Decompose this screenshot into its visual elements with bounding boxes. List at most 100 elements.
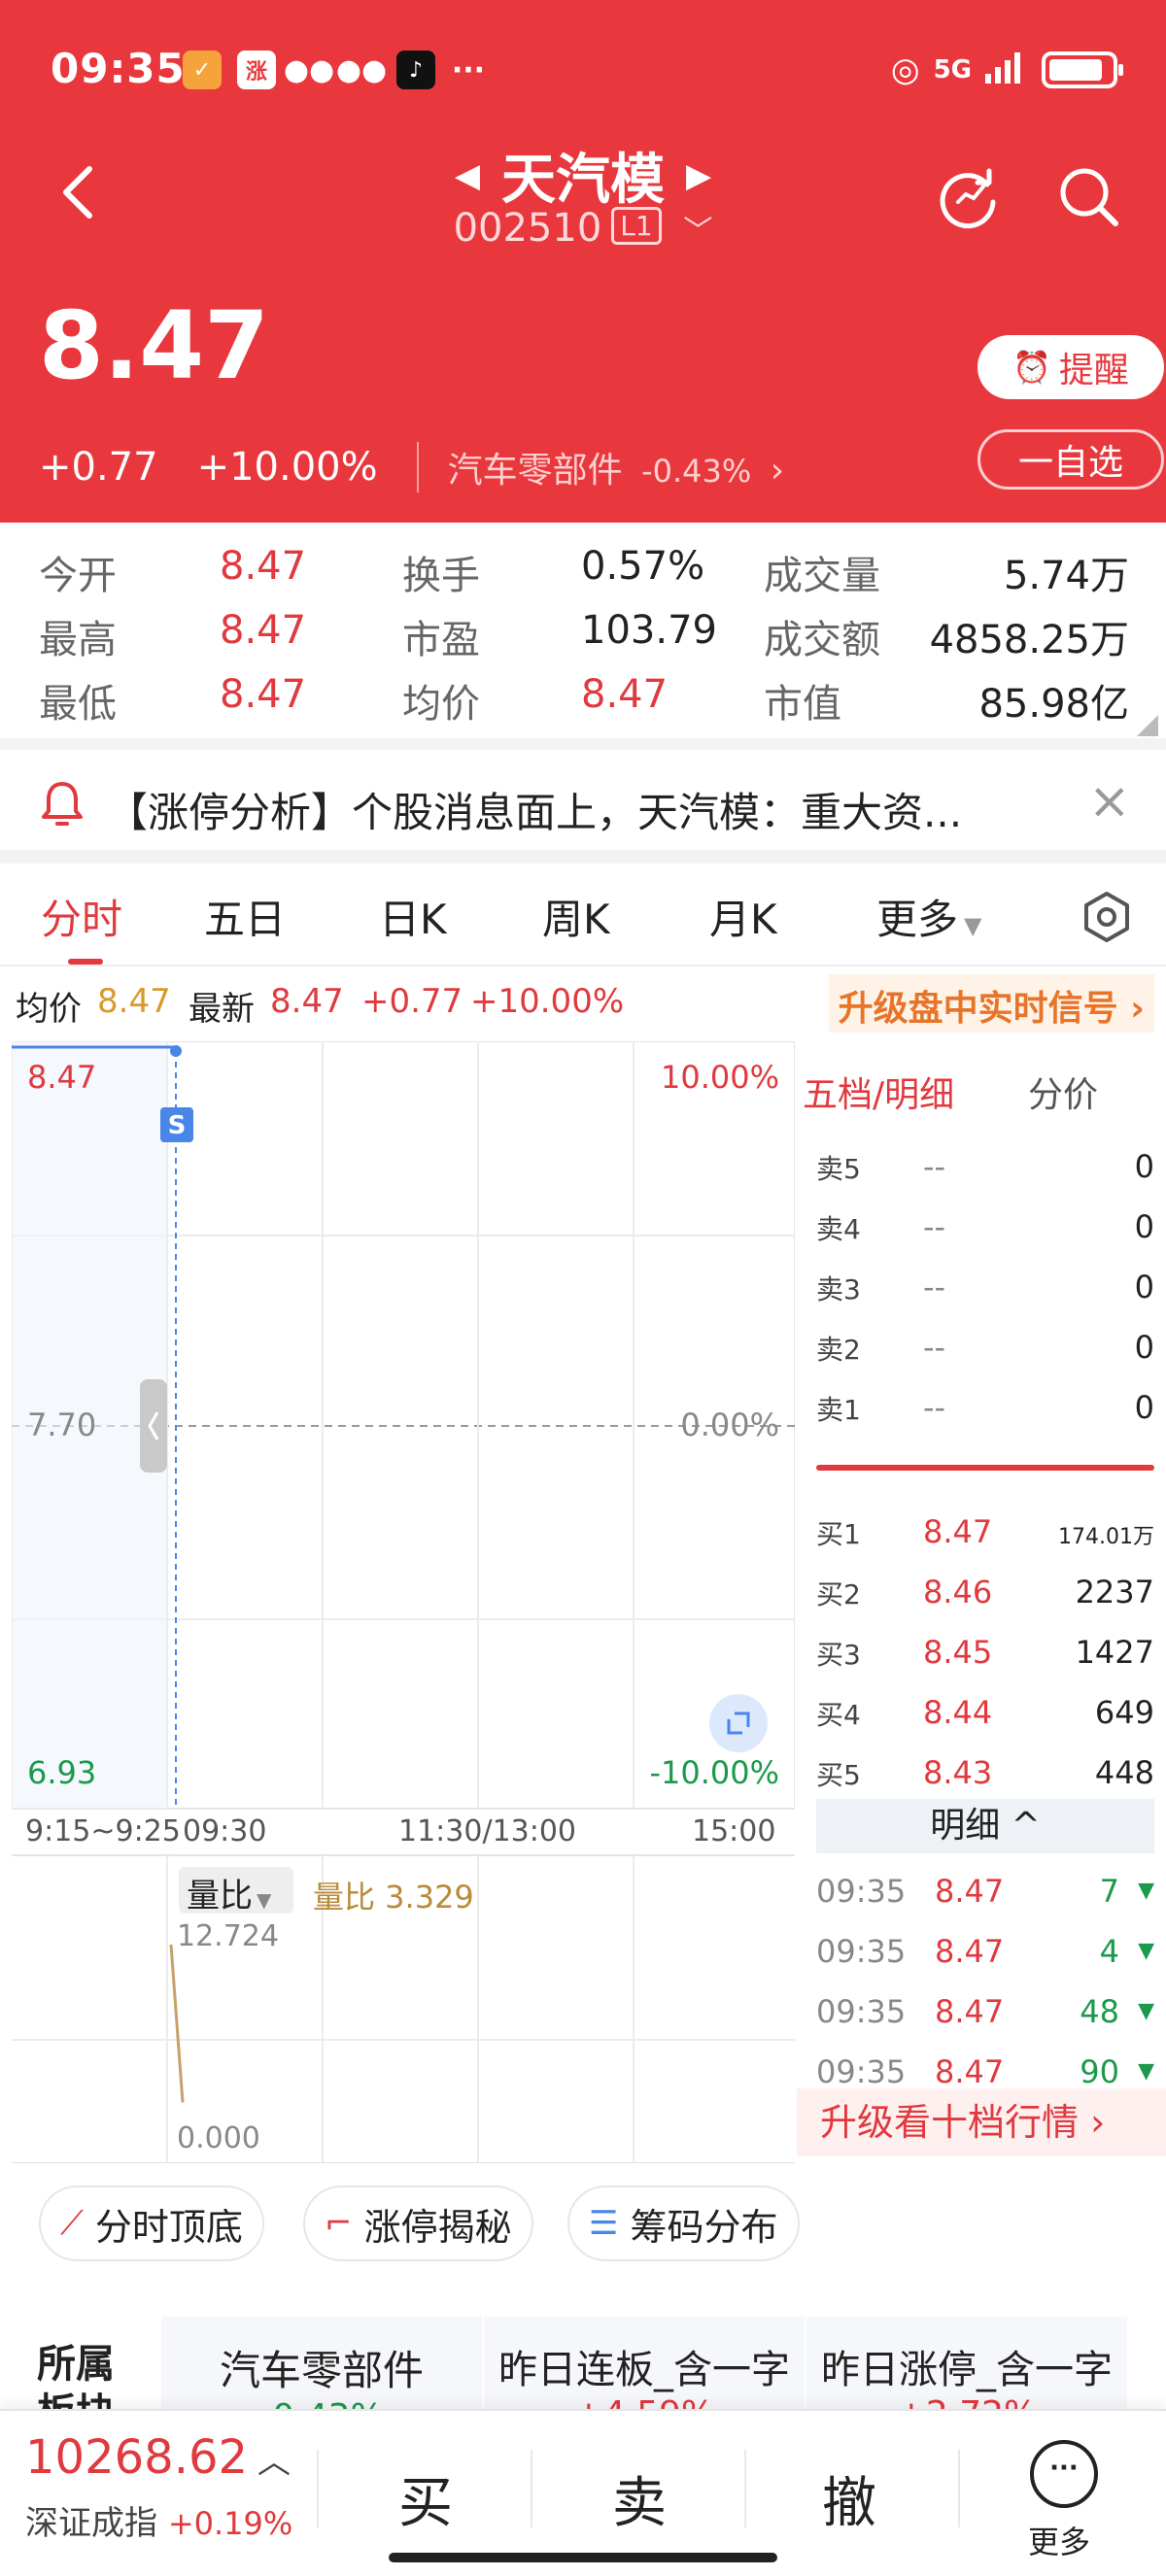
price-axis-mid: 7.70 [27,1407,97,1443]
close-icon[interactable]: × [1088,772,1131,830]
tab-five-day[interactable]: 五日 [204,887,286,946]
detail-toggle[interactable]: 明细 ^ [816,1799,1154,1853]
bell-icon [42,782,83,826]
s-marker-label: S [168,1111,187,1140]
turnover-value: 0.57% [581,544,705,589]
latest-change: +0.77 [361,982,463,1021]
more-label[interactable]: 更多 [1028,2518,1090,2562]
plate-card[interactable]: 昨日连板_含一字 +4.59% [484,2317,805,2434]
sell-label: 卖4 [816,1213,861,1245]
home-indicator[interactable] [389,2553,777,2562]
avg-value: 8.47 [581,672,669,717]
feature-chip-distribution-button[interactable]: ☰ 筹码分布 [567,2186,800,2261]
prev-stock-icon[interactable]: ◀ [455,156,480,195]
intraday-chart[interactable]: S 8.47 7.70 6.93 10.00% 0.00% -10.00% 9:… [12,1041,795,2163]
sell-button[interactable]: 卖 [612,2459,667,2538]
buy-label: 买1 [816,1518,861,1550]
tab-intraday[interactable]: 分时 [41,887,122,946]
separator [744,2450,746,2527]
buy-label: 买5 [816,1759,861,1791]
mcap-label: 市值 [764,682,841,727]
tab-more[interactable]: 更多 ▼ [876,887,981,946]
news-banner[interactable]: 【涨停分析】个股消息面上，天汽模：重大资... × [0,753,1166,860]
volume-ratio-label: 量比 [187,1877,253,1915]
sell-row: 卖3 -- 0 [816,1269,1154,1317]
amount-label: 成交额 [764,618,880,662]
mcap-value: 85.98亿 [978,682,1129,727]
chevron-up-icon: ︿ [257,2443,292,2482]
sell-price: -- [923,1329,946,1366]
trade-row: 09:35 8.47 4 ▼ [816,1933,1154,1982]
sell-row: 卖4 -- 0 [816,1208,1154,1257]
search-icon[interactable] [1055,163,1123,231]
app-badge-icon: ✓ [183,51,222,89]
separator [317,2450,319,2527]
sell-price: -- [923,1208,946,1245]
refresh-icon[interactable] [935,163,1003,231]
chevron-down-icon: ﹀ [683,215,713,249]
high-value: 8.47 [220,608,307,653]
sector-link[interactable]: 汽车零部件 -0.43% › [416,442,784,492]
buy-volume: 2237 [1075,1574,1154,1610]
fullscreen-button[interactable] [709,1694,768,1752]
bars-icon: ☰ [589,2204,619,2243]
add-watchlist-button[interactable]: 一自选 [977,429,1164,490]
tab-weekly-k[interactable]: 周K [542,887,610,946]
plate-card[interactable]: 昨日涨停_含一字 +2.72% [806,2317,1127,2434]
pct-axis-top: 10.00% [660,1059,779,1096]
bid-ask-divider [816,1465,1154,1471]
buy-row: 买1 8.47 174.01万 [816,1513,1154,1562]
avg-price-label: 均价 [16,990,82,1029]
upgrade-signal-button[interactable]: 升级盘中实时信号 › [828,974,1154,1033]
next-stock-icon[interactable]: ▶ [686,156,711,195]
price-axis-top: 8.47 [27,1059,97,1096]
feature-top-bottom-button[interactable]: ⟋ 分时顶底 [39,2186,264,2261]
buy-label: 买2 [816,1578,861,1610]
buy-label: 买4 [816,1699,861,1731]
stock-code: 002510 [453,206,602,251]
buy-price: 8.43 [923,1754,993,1791]
zhang-app-icon: 涨 [237,51,276,89]
low-label: 最低 [39,682,117,727]
price-change-row: +0.77 +10.00% 汽车零部件 -0.43% › [39,442,784,492]
order-book: 五档/明细 分价 卖5 -- 0 卖4 -- 0 卖3 -- 0 卖2 -- 0… [797,1059,1166,2161]
latest-change-pct: +10.00% [470,982,625,1021]
feature-label: 筹码分布 [630,2205,778,2249]
trade-volume: 90 [1080,2053,1119,2090]
amount-value: 4858.25万 [929,618,1129,662]
expand-corner-icon[interactable] [1137,715,1158,736]
more-circle-icon[interactable]: ··· [1030,2440,1098,2508]
signal-icon [985,49,1028,90]
plate-name: 昨日连板_含一字 [498,2348,790,2392]
trade-row: 09:35 8.47 48 ▼ [816,1993,1154,2042]
upgrade-ten-level-button[interactable]: 升级看十档行情 › [797,2088,1166,2156]
buy-row: 买3 8.45 1427 [816,1634,1154,1682]
side-drawer-handle[interactable] [140,1379,167,1473]
remind-button[interactable]: ⏰ 提醒 [977,335,1164,399]
feature-limit-up-button[interactable]: ⌐ 涨停揭秘 [303,2186,533,2261]
bottom-trade-bar: 10268.62 ︿ 深证成指 +0.19% 买 卖 撤 ··· 更多 [0,2409,1166,2576]
tab-daily-k[interactable]: 日K [379,887,447,946]
buy-volume: 1427 [1075,1634,1154,1671]
volume-ratio-axis-bottom: 0.000 [177,2121,260,2155]
trend-icon: ⟋ [60,2204,84,2243]
buy-row: 买4 8.44 649 [816,1694,1154,1743]
trade-time: 09:35 [816,2053,907,2090]
volume-ratio-value: 量比 3.329 [313,1879,474,1915]
hotspot-icon: ◎ [890,50,920,89]
tab-level5-detail[interactable]: 五档/明细 [803,1067,954,1117]
latest-price-point [170,1045,182,1057]
buy-button[interactable]: 买 [398,2459,453,2538]
plate-card[interactable]: 汽车零部件 -0.43% [161,2317,482,2437]
trade-volume: 7 [1099,1873,1119,1910]
trade-price: 8.47 [935,2053,1005,2090]
down-triangle-icon: ▼ [1138,1879,1154,1903]
tab-monthly-k[interactable]: 月K [709,887,777,946]
volume-ratio-select-label[interactable]: 量比 ▼ [187,1869,271,1916]
tab-price-distribution[interactable]: 分价 [1028,1067,1098,1117]
settings-icon[interactable] [1080,891,1133,943]
sell-volume: 0 [1134,1208,1154,1245]
cancel-order-button[interactable]: 撤 [822,2459,876,2538]
buy-row: 买5 8.43 448 [816,1754,1154,1803]
open-value: 8.47 [220,544,307,589]
